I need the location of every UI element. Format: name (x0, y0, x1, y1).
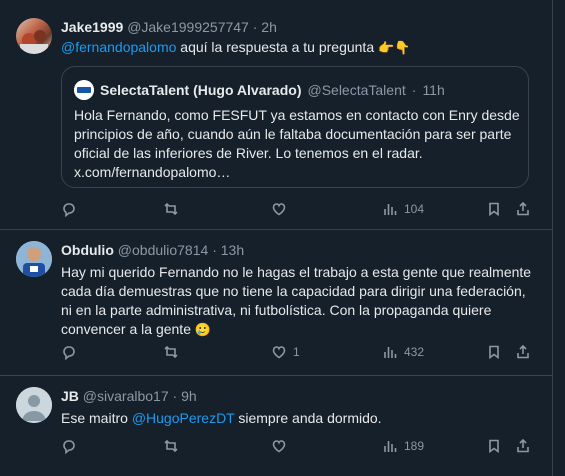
mention-link[interactable]: @fernandopalomo (61, 39, 176, 55)
like-button[interactable]: 1 (271, 344, 300, 360)
retweet-button[interactable] (163, 438, 179, 454)
tweet-text: @fernandopalomo aquí la respuesta a tu p… (61, 38, 537, 57)
separator-dot: · (252, 19, 258, 35)
tweet-text-content: aquí la respuesta a tu pregunta (176, 39, 378, 55)
tweet-actions: 104 (61, 201, 537, 221)
retweet-icon (164, 439, 178, 453)
separator-dot: · (411, 82, 417, 98)
tweet-obdulio[interactable]: Obdulio @obdulio7814 · 13h Hay mi querid… (0, 230, 552, 375)
reply-button[interactable] (61, 438, 77, 454)
smiling-tear-emoji: 🥲 (194, 322, 212, 337)
timestamp[interactable]: 2h (261, 19, 277, 35)
share-icon (517, 438, 529, 453)
views-icon (384, 204, 397, 215)
bookmark-icon (489, 345, 499, 360)
share-button[interactable] (515, 344, 531, 360)
heart-icon (272, 203, 286, 216)
tweet-header: JB @sivaralbo17 · 9h (61, 388, 197, 404)
timeline-right-border (552, 0, 553, 476)
handle[interactable]: @sivaralbo17 (83, 388, 169, 404)
tweet-text: Ese maitro @HugoPerezDT siempre anda dor… (61, 409, 537, 428)
retweet-button[interactable] (163, 344, 179, 360)
reply-button[interactable] (61, 201, 77, 217)
heart-icon (272, 346, 286, 359)
views-icon (384, 441, 397, 452)
avatar[interactable] (16, 387, 52, 423)
bookmark-button[interactable] (486, 201, 502, 217)
separator-dot: · (172, 388, 178, 404)
reply-icon (63, 346, 75, 360)
tweet-text-content: Hay mi querido Fernando no le hagas el t… (61, 264, 532, 337)
quoted-tweet-text: Hola Fernando, como FESFUT ya estamos en… (74, 107, 520, 180)
reply-icon (63, 203, 75, 217)
tweet-actions: 189 (61, 438, 537, 458)
views-count: 104 (404, 202, 425, 216)
bookmark-icon (489, 439, 499, 454)
tweet-text-after: siempre anda dormido. (234, 410, 382, 426)
retweet-icon (164, 345, 178, 359)
reply-button[interactable] (61, 344, 77, 360)
bookmark-button[interactable] (486, 438, 502, 454)
retweet-button[interactable] (163, 201, 179, 217)
views-button[interactable]: 189 (382, 438, 424, 454)
views-count: 432 (404, 345, 425, 359)
tweet-header: Jake1999 @Jake1999257747 · 2h (61, 19, 277, 35)
share-button[interactable] (515, 438, 531, 454)
like-button[interactable] (271, 201, 287, 217)
avatar[interactable] (16, 18, 52, 54)
display-name[interactable]: Obdulio (61, 242, 114, 258)
bookmark-icon (489, 202, 499, 217)
pointing-emoji: 👉👇 (378, 40, 411, 55)
display-name[interactable]: Jake1999 (61, 19, 123, 35)
quoted-display-name: SelectaTalent (Hugo Alvarado) (100, 82, 302, 98)
like-count: 1 (293, 345, 300, 359)
share-icon (517, 344, 529, 359)
bookmark-button[interactable] (486, 344, 502, 360)
quoted-tweet[interactable]: SelectaTalent (Hugo Alvarado) @SelectaTa… (61, 66, 529, 188)
tweet-text: Hay mi querido Fernando no le hagas el t… (61, 263, 537, 339)
like-button[interactable] (271, 438, 287, 454)
display-name[interactable]: JB (61, 388, 79, 404)
avatar[interactable] (16, 241, 52, 277)
handle[interactable]: @Jake1999257747 (127, 19, 249, 35)
default-profile-icon (16, 387, 52, 423)
tweet-text-before: Ese maitro (61, 410, 132, 426)
share-icon (517, 201, 529, 216)
handle[interactable]: @obdulio7814 (118, 242, 209, 258)
mention-link[interactable]: @HugoPerezDT (132, 410, 235, 426)
selectatalent-logo-icon (74, 80, 94, 100)
views-button[interactable]: 432 (382, 344, 424, 360)
tweet-header: Obdulio @obdulio7814 · 13h (61, 242, 244, 258)
quoted-tweet-header: SelectaTalent (Hugo Alvarado) @SelectaTa… (74, 80, 445, 100)
quoted-handle: @SelectaTalent (307, 82, 406, 98)
timestamp[interactable]: 13h (221, 242, 244, 258)
avatar-image (16, 241, 52, 277)
quoted-avatar (74, 80, 94, 100)
avatar-image (20, 30, 48, 54)
views-icon (384, 347, 397, 358)
views-count: 189 (404, 439, 425, 453)
tweet-jb[interactable]: JB @sivaralbo17 · 9h Ese maitro @HugoPer… (0, 376, 552, 476)
heart-icon (272, 440, 286, 453)
quoted-timestamp: 11h (422, 82, 445, 98)
retweet-icon (164, 202, 178, 216)
tweet-jake1999[interactable]: Jake1999 @Jake1999257747 · 2h @fernandop… (0, 0, 552, 229)
views-button[interactable]: 104 (382, 201, 424, 217)
share-button[interactable] (515, 201, 531, 217)
separator-dot: · (212, 242, 217, 258)
timestamp[interactable]: 9h (181, 388, 197, 404)
reply-icon (63, 440, 75, 454)
tweet-actions: 1 432 (61, 344, 537, 364)
